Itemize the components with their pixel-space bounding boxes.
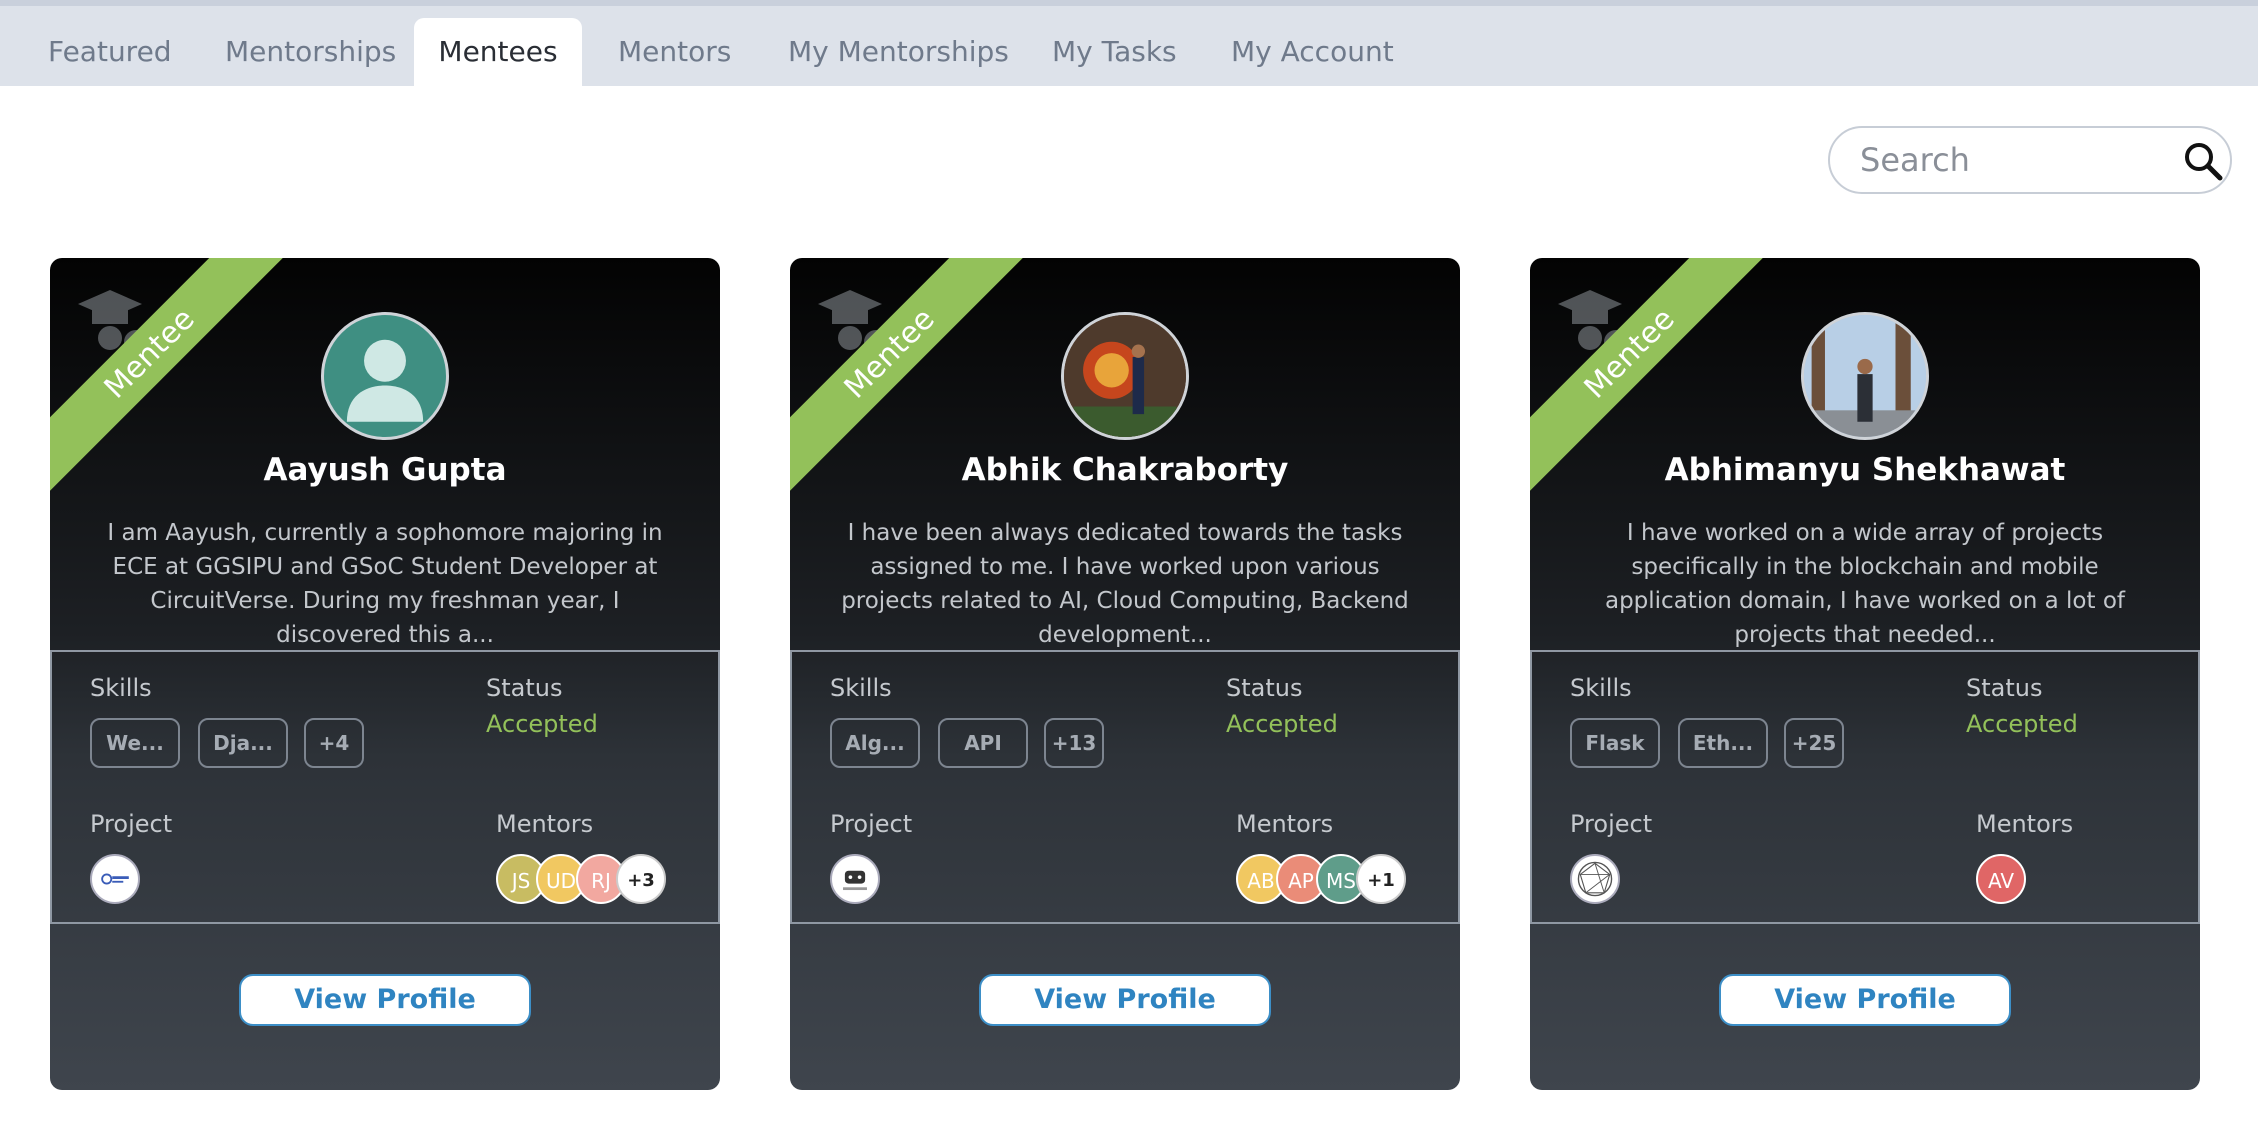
profile-photo-icon	[1804, 315, 1926, 437]
skills-label: Skills	[90, 674, 152, 702]
status-value: Accepted	[486, 710, 598, 738]
project-label: Project	[1570, 810, 1653, 838]
view-profile-button[interactable]: View Profile	[979, 974, 1271, 1026]
status-label: Status	[486, 674, 563, 702]
more-mentors-badge[interactable]: +3	[616, 854, 666, 904]
more-mentors-badge[interactable]: +1	[1356, 854, 1406, 904]
mentee-card: Mentee Abhimanyu Shekhawat I have worked…	[1530, 258, 2200, 1090]
mentor-avatar[interactable]: AV	[1976, 854, 2026, 904]
mentee-name: Aayush Gupta	[263, 452, 507, 488]
skill-more-chip[interactable]: +13	[1044, 718, 1104, 768]
mentors-label: Mentors	[1976, 810, 2074, 838]
view-profile-button[interactable]: View Profile	[1719, 974, 2011, 1026]
status-label: Status	[1966, 674, 2043, 702]
skill-chip[interactable]: Dja...	[198, 718, 288, 768]
tab-mentors[interactable]: Mentors	[618, 18, 731, 86]
view-profile-button[interactable]: View Profile	[239, 974, 531, 1026]
tab-mentorships[interactable]: Mentorships	[225, 18, 396, 86]
skill-more-chip[interactable]: +4	[304, 718, 364, 768]
avatar	[321, 312, 449, 440]
search-icon[interactable]	[2182, 140, 2224, 182]
robot-logo-icon	[843, 870, 867, 891]
mentee-bio: I have been always dedicated towards the…	[841, 520, 1409, 648]
profile-photo-icon	[1064, 315, 1186, 437]
tab-my-account[interactable]: My Account	[1231, 18, 1394, 86]
skill-chip[interactable]: Eth...	[1678, 718, 1768, 768]
mentee-bio: I have worked on a wide array of project…	[1604, 520, 2125, 648]
skill-chip[interactable]: API	[938, 718, 1028, 768]
project-label: Project	[830, 810, 913, 838]
project-label: Project	[90, 810, 173, 838]
search-input[interactable]	[1860, 138, 2160, 182]
mentee-card: Mentee Abhik Chakraborty I have been alw…	[790, 258, 1460, 1090]
skills-label: Skills	[830, 674, 892, 702]
tab-bar: Featured Mentorships Mentees Mentors My …	[0, 6, 2258, 86]
skill-more-chip[interactable]: +25	[1784, 718, 1844, 768]
avatar	[1801, 312, 1929, 440]
tab-my-mentorships[interactable]: My Mentorships	[788, 18, 1009, 86]
mentee-card: Mentee Aayush Gupta I am Aayush, current…	[50, 258, 720, 1090]
status-value: Accepted	[1966, 710, 2078, 738]
search-box	[1828, 126, 2232, 194]
network-logo-icon	[1577, 861, 1613, 897]
mentee-bio: I am Aayush, currently a sophomore major…	[107, 520, 663, 648]
mentee-name: Abhik Chakraborty	[961, 452, 1289, 488]
status-label: Status	[1226, 674, 1303, 702]
tab-featured[interactable]: Featured	[48, 18, 172, 86]
mentee-name: Abhimanyu Shekhawat	[1664, 452, 2066, 488]
codeeditor-logo-icon	[101, 873, 129, 885]
project-logo[interactable]	[830, 854, 880, 904]
tab-my-tasks[interactable]: My Tasks	[1052, 18, 1177, 86]
project-logo[interactable]	[90, 854, 140, 904]
skills-label: Skills	[1570, 674, 1632, 702]
avatar	[1061, 312, 1189, 440]
project-logo[interactable]	[1570, 854, 1620, 904]
mentors-label: Mentors	[1236, 810, 1334, 838]
skill-chip[interactable]: Flask	[1570, 718, 1660, 768]
tab-mentees[interactable]: Mentees	[414, 18, 582, 86]
status-value: Accepted	[1226, 710, 1338, 738]
mentors-label: Mentors	[496, 810, 594, 838]
skill-chip[interactable]: We...	[90, 718, 180, 768]
user-silhouette-icon	[346, 339, 424, 422]
skill-chip[interactable]: Alg...	[830, 718, 920, 768]
